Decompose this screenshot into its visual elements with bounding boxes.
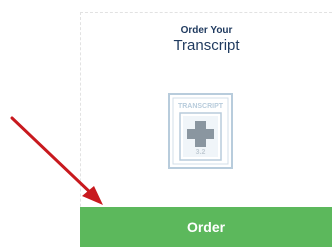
card-subtitle: Order Your (180, 25, 233, 36)
card-title: Transcript (173, 37, 240, 54)
transcript-document-icon: TRANSCRIPT 3.2 (168, 93, 233, 169)
transcript-icon-badge: 3.2 (196, 149, 206, 156)
transcript-icon-label: TRANSCRIPT (178, 103, 224, 110)
order-button[interactable]: Order (80, 207, 332, 247)
page: Order Your Transcript TRANSCRIPT 3.2 Ord… (0, 0, 332, 247)
